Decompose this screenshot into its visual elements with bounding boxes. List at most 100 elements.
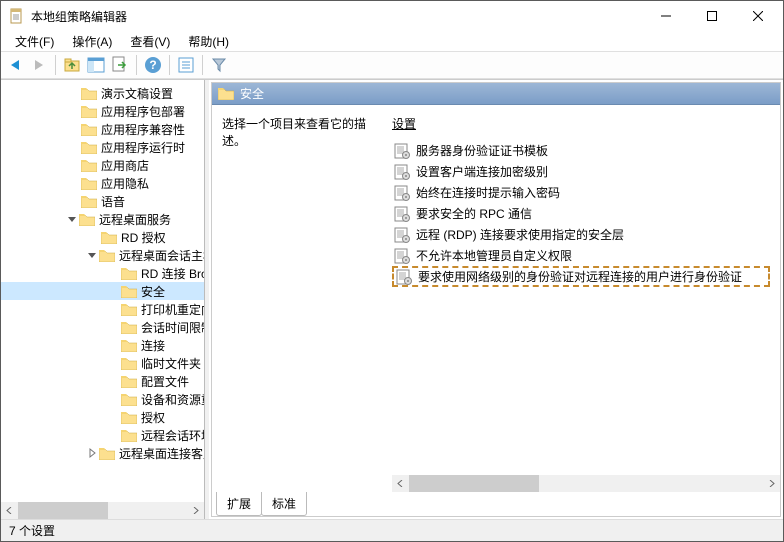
- menubar: 文件(F) 操作(A) 查看(V) 帮助(H): [1, 31, 783, 51]
- list-item[interactable]: 要求安全的 RPC 通信: [392, 203, 770, 224]
- expander-icon[interactable]: [85, 248, 99, 262]
- menu-action[interactable]: 操作(A): [64, 31, 120, 52]
- tree-item[interactable]: 远程桌面连接客户端: [1, 444, 204, 462]
- tree-item[interactable]: 打印机重定向: [1, 300, 204, 318]
- details-scrollbar-horizontal[interactable]: [392, 475, 780, 492]
- setting-icon: [394, 248, 410, 264]
- list-item[interactable]: 要求使用网络级别的身份验证对远程连接的用户进行身份验证: [392, 266, 770, 287]
- list-item-label: 要求安全的 RPC 通信: [416, 205, 532, 222]
- tree-item[interactable]: RD 连接 Broker: [1, 264, 204, 282]
- scroll-right-button[interactable]: [187, 502, 204, 519]
- tree-item[interactable]: 应用隐私: [1, 174, 204, 192]
- scroll-thumb[interactable]: [18, 502, 108, 519]
- setting-icon: [396, 269, 412, 285]
- maximize-button[interactable]: [689, 1, 735, 31]
- tab-extended[interactable]: 扩展: [216, 492, 262, 516]
- expander-icon[interactable]: [85, 446, 99, 460]
- menu-file[interactable]: 文件(F): [7, 31, 62, 52]
- setting-icon: [394, 185, 410, 201]
- tree-item-label: 连接: [141, 337, 165, 354]
- tree-item[interactable]: 远程桌面会话主机: [1, 246, 204, 264]
- tree-item-label: RD 授权: [121, 229, 166, 246]
- export-list-icon[interactable]: [110, 55, 130, 75]
- list-item[interactable]: 远程 (RDP) 连接要求使用指定的安全层: [392, 224, 770, 245]
- tree-item[interactable]: 应用程序包部署: [1, 102, 204, 120]
- tree-item-label: 演示文稿设置: [101, 85, 173, 102]
- details-header: 安全: [212, 83, 780, 105]
- tree[interactable]: 演示文稿设置应用程序包部署应用程序兼容性应用程序运行时应用商店应用隐私语音远程桌…: [1, 80, 204, 466]
- tree-item[interactable]: 设备和资源重定向: [1, 390, 204, 408]
- tree-item-label: 远程会话环境: [141, 427, 205, 444]
- tree-item-label: 远程桌面会话主机: [119, 247, 205, 264]
- settings-list[interactable]: 服务器身份验证证书模板设置客户端连接加密级别始终在连接时提示输入密码要求安全的 …: [392, 140, 770, 287]
- list-item[interactable]: 设置客户端连接加密级别: [392, 161, 770, 182]
- tree-item[interactable]: 远程桌面服务: [1, 210, 204, 228]
- tree-pane: 演示文稿设置应用程序包部署应用程序兼容性应用程序运行时应用商店应用隐私语音远程桌…: [1, 80, 205, 519]
- tree-item-label: 安全: [141, 283, 165, 300]
- tree-item[interactable]: 会话时间限制: [1, 318, 204, 336]
- back-button[interactable]: [5, 55, 25, 75]
- tree-item-label: 应用程序包部署: [101, 103, 185, 120]
- tree-item[interactable]: 授权: [1, 408, 204, 426]
- tree-item-label: 远程桌面连接客户端: [119, 445, 205, 462]
- policy-icon[interactable]: [176, 55, 196, 75]
- tree-item[interactable]: 演示文稿设置: [1, 84, 204, 102]
- tree-item-label: 设备和资源重定向: [141, 391, 205, 408]
- setting-icon: [394, 164, 410, 180]
- setting-icon: [394, 206, 410, 222]
- menu-view[interactable]: 查看(V): [122, 31, 178, 52]
- tree-item[interactable]: 应用程序兼容性: [1, 120, 204, 138]
- scroll-left-button[interactable]: [1, 502, 18, 519]
- folder-up-icon[interactable]: [62, 55, 82, 75]
- tree-item-label: 应用商店: [101, 157, 149, 174]
- menu-help[interactable]: 帮助(H): [180, 31, 237, 52]
- filter-icon[interactable]: [209, 55, 229, 75]
- tree-item-label: 配置文件: [141, 373, 189, 390]
- tree-item[interactable]: 应用程序运行时: [1, 138, 204, 156]
- forward-button[interactable]: [29, 55, 49, 75]
- details-pane: 安全 选择一个项目来查看它的描述。 设置 服务器身份验证证书模板设置客户端连接加…: [211, 82, 781, 517]
- list-column-header[interactable]: 设置: [392, 115, 770, 132]
- close-button[interactable]: [735, 1, 781, 31]
- tree-item-label: 应用程序兼容性: [101, 121, 185, 138]
- tree-item[interactable]: RD 授权: [1, 228, 204, 246]
- folder-icon: [218, 87, 234, 100]
- scroll-right-button[interactable]: [763, 475, 780, 492]
- scroll-left-button[interactable]: [392, 475, 409, 492]
- help-icon[interactable]: ?: [143, 55, 163, 75]
- list-item-label: 始终在连接时提示输入密码: [416, 184, 560, 201]
- tree-item[interactable]: 应用商店: [1, 156, 204, 174]
- setting-icon: [394, 143, 410, 159]
- app-icon: [9, 8, 25, 24]
- expander-icon[interactable]: [65, 212, 79, 226]
- tree-item[interactable]: 临时文件夹: [1, 354, 204, 372]
- toolbar: ?: [1, 51, 783, 79]
- description-text: 选择一个项目来查看它的描述。: [222, 115, 382, 149]
- tree-item-label: 打印机重定向: [141, 301, 205, 318]
- list-item-label: 远程 (RDP) 连接要求使用指定的安全层: [416, 226, 624, 243]
- list-item-label: 服务器身份验证证书模板: [416, 142, 548, 159]
- list-item[interactable]: 始终在连接时提示输入密码: [392, 182, 770, 203]
- scroll-thumb[interactable]: [409, 475, 539, 492]
- tree-item[interactable]: 安全: [1, 282, 204, 300]
- tree-item-label: 临时文件夹: [141, 355, 201, 372]
- tree-item[interactable]: 配置文件: [1, 372, 204, 390]
- list-item[interactable]: 服务器身份验证证书模板: [392, 140, 770, 161]
- list-item-label: 设置客户端连接加密级别: [416, 163, 548, 180]
- tab-standard[interactable]: 标准: [261, 492, 307, 516]
- window-title: 本地组策略编辑器: [31, 8, 643, 25]
- tree-item-label: 会话时间限制: [141, 319, 205, 336]
- minimize-button[interactable]: [643, 1, 689, 31]
- show-hide-tree-icon[interactable]: [86, 55, 106, 75]
- tree-item[interactable]: 语音: [1, 192, 204, 210]
- tree-item-label: 应用隐私: [101, 175, 149, 192]
- tree-scrollbar-horizontal[interactable]: [1, 502, 204, 519]
- tree-item[interactable]: 连接: [1, 336, 204, 354]
- tree-item-label: RD 连接 Broker: [141, 265, 205, 282]
- tree-item[interactable]: 远程会话环境: [1, 426, 204, 444]
- splitter[interactable]: [205, 80, 209, 519]
- tree-item-label: 语音: [101, 193, 125, 210]
- tree-item-label: 授权: [141, 409, 165, 426]
- setting-icon: [394, 227, 410, 243]
- list-item[interactable]: 不允许本地管理员自定义权限: [392, 245, 770, 266]
